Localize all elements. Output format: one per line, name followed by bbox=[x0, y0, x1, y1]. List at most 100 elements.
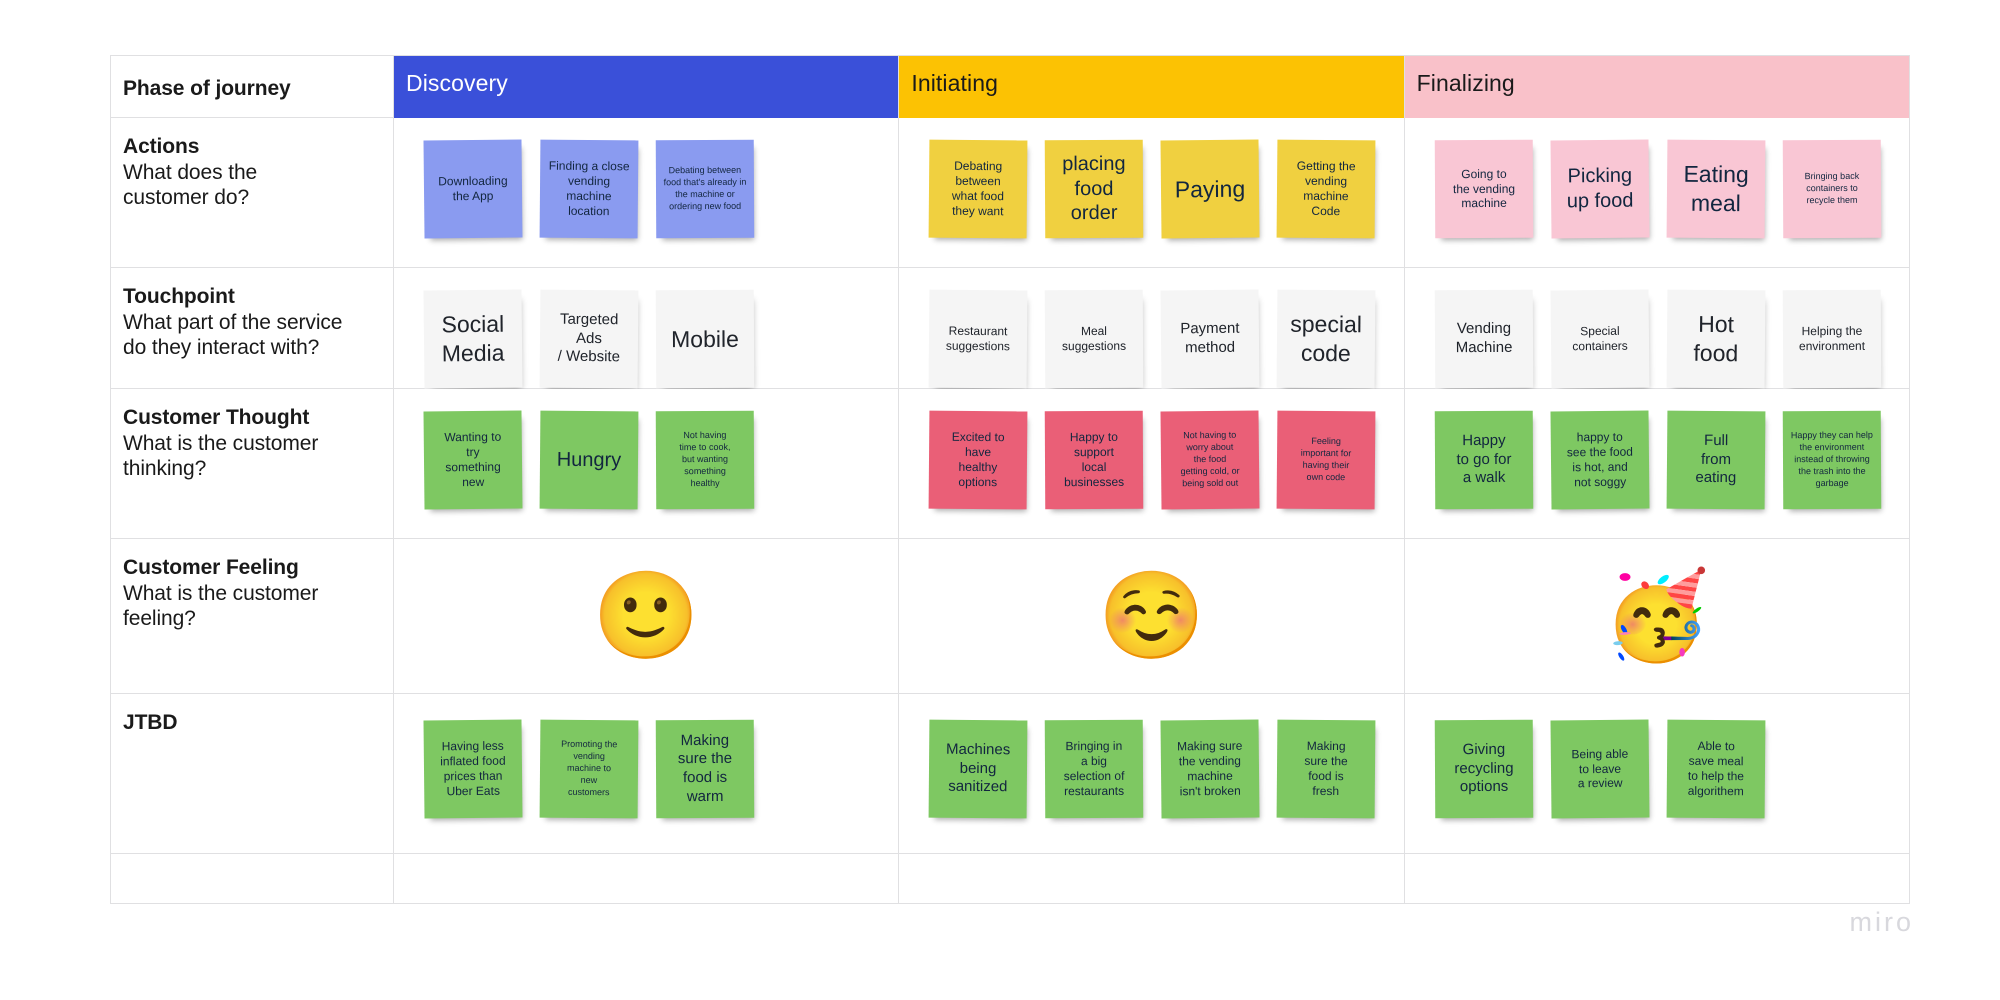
journey-row-actions: Actions What does the customer do? Downloa… bbox=[111, 118, 1910, 268]
sticky-note[interactable]: Happy they can help the environment inst… bbox=[1782, 410, 1881, 510]
sticky-note[interactable]: Full from eating bbox=[1666, 410, 1766, 510]
phase-header-initiating[interactable]: Initiating bbox=[899, 56, 1404, 118]
sticky-note[interactable]: Mobile bbox=[655, 289, 755, 389]
notes-group-actions-finalizing: Going to the vending machine Picking up f… bbox=[1405, 118, 1909, 267]
cell-thought-discovery: Wanting to try something new Hungry Not ha… bbox=[394, 389, 900, 539]
sticky-note[interactable]: Excited to have healthy options bbox=[928, 410, 1028, 510]
cell-thought-finalizing: Happy to go for a walk happy to see the f… bbox=[1404, 389, 1910, 539]
notes-group-jtbd-discovery: Having less inflated food prices than Ub… bbox=[394, 694, 898, 853]
notes-group-jtbd-finalizing: Giving recycling options Being able to le… bbox=[1405, 694, 1909, 853]
row-title-thought: Customer Thought bbox=[123, 406, 310, 429]
empty-cell-initiating bbox=[899, 854, 1405, 904]
sticky-note[interactable]: Happy to go for a walk bbox=[1434, 410, 1533, 510]
sticky-note[interactable]: happy to see the food is hot, and not so… bbox=[1550, 410, 1650, 510]
row-label-cell-jtbd: JTBD bbox=[111, 694, 394, 854]
sticky-note[interactable]: Payment method bbox=[1160, 289, 1260, 389]
notes-group-jtbd-initiating: Machines being sanitized Bringing in a bi… bbox=[899, 694, 1403, 853]
empty-cell-finalizing bbox=[1404, 854, 1910, 904]
phase-column-finalizing: Finalizing bbox=[1404, 56, 1910, 118]
notes-group-actions-initiating: Debating between what food they want plac… bbox=[899, 118, 1403, 267]
sticky-note[interactable]: Picking up food bbox=[1550, 139, 1650, 239]
row-subtitle-actions: What does the customer do? bbox=[123, 160, 258, 210]
phase-of-journey-label-cell: Phase of journey bbox=[111, 56, 394, 118]
emoji-container-initiating: ☺️ bbox=[899, 539, 1403, 693]
row-title-jtbd: JTBD bbox=[123, 711, 178, 734]
sticky-note[interactable]: Promoting the vending machine to new cus… bbox=[539, 719, 639, 819]
sticky-note[interactable]: Social Media bbox=[423, 289, 523, 389]
sticky-note[interactable]: Hungry bbox=[539, 410, 639, 510]
feeling-cell-initiating: ☺️ bbox=[899, 539, 1405, 694]
journey-row-empty bbox=[111, 854, 1910, 904]
row-label-cell-actions: Actions What does the customer do? bbox=[111, 118, 394, 268]
sticky-note[interactable]: Restaurant suggestions bbox=[928, 289, 1028, 389]
sticky-note[interactable]: Machines being sanitized bbox=[928, 719, 1028, 819]
miro-watermark: miro bbox=[1849, 907, 1914, 937]
sticky-note[interactable]: placing food order bbox=[1045, 139, 1144, 239]
cell-jtbd-initiating: Machines being sanitized Bringing in a bi… bbox=[899, 694, 1405, 854]
sticky-note[interactable]: Feeling important for having their own c… bbox=[1276, 410, 1376, 510]
emoji-container-discovery: 🙂 bbox=[394, 539, 898, 693]
feeling-cell-discovery: 🙂 bbox=[394, 539, 900, 694]
cell-actions-initiating: Debating between what food they want plac… bbox=[899, 118, 1405, 268]
journey-header-row: Phase of journey Discovery Initiating Final… bbox=[111, 56, 1910, 118]
partying-face-emoji: 🥳 bbox=[1603, 568, 1711, 664]
sticky-note[interactable]: special code bbox=[1276, 289, 1376, 389]
journey-map-board: Phase of journey Discovery Initiating Final… bbox=[0, 0, 2000, 1000]
journey-row-jtbd: JTBD Having less inflated food prices tha… bbox=[111, 694, 1910, 854]
sticky-note[interactable]: Vending Machine bbox=[1434, 289, 1533, 389]
cell-thought-initiating: Excited to have healthy options Happy to … bbox=[899, 389, 1405, 539]
sticky-note[interactable]: Downloading the App bbox=[423, 139, 523, 239]
sticky-note[interactable]: Meal suggestions bbox=[1045, 289, 1144, 389]
phase-header-finalizing[interactable]: Finalizing bbox=[1404, 56, 1909, 118]
sticky-note[interactable]: Getting the vending machine Code bbox=[1276, 139, 1376, 239]
sticky-note[interactable]: Paying bbox=[1160, 139, 1260, 239]
row-title-touchpoint: Touchpoint bbox=[123, 285, 235, 308]
sticky-note[interactable]: Helping the environment bbox=[1782, 289, 1881, 389]
cell-jtbd-finalizing: Giving recycling options Being able to le… bbox=[1404, 694, 1910, 854]
sticky-note[interactable]: Happy to support local businesses bbox=[1045, 410, 1144, 510]
smiling-face-emoji: ☺️ bbox=[1097, 568, 1206, 664]
row-label-cell-thought: Customer Thought What is the customer thi… bbox=[111, 389, 394, 539]
journey-row-thought: Customer Thought What is the customer thi… bbox=[111, 389, 1910, 539]
sticky-note[interactable]: Eating meal bbox=[1666, 139, 1766, 239]
sticky-note[interactable]: Not having to worry about the food getti… bbox=[1160, 410, 1260, 510]
sticky-note[interactable]: Finding a close vending machine location bbox=[539, 139, 639, 239]
phase-column-discovery: Discovery bbox=[394, 56, 900, 118]
cell-actions-discovery: Downloading the App Finding a close vendi… bbox=[394, 118, 900, 268]
sticky-note[interactable]: Having less inflated food prices than Ub… bbox=[423, 719, 523, 819]
notes-group-touchpoint-finalizing: Vending Machine Special containers Hot foo… bbox=[1405, 268, 1909, 389]
cell-actions-finalizing: Going to the vending machine Picking up f… bbox=[1404, 118, 1910, 268]
sticky-note[interactable]: Special containers bbox=[1550, 289, 1650, 389]
sticky-note[interactable]: Giving recycling options bbox=[1434, 719, 1533, 819]
sticky-note[interactable]: Debating between what food they want bbox=[928, 139, 1028, 239]
notes-group-thought-initiating: Excited to have healthy options Happy to … bbox=[899, 389, 1403, 538]
notes-group-touchpoint-initiating: Restaurant suggestions Meal suggestions Pa… bbox=[899, 268, 1403, 389]
cell-touchpoint-initiating: Restaurant suggestions Meal suggestions Pa… bbox=[899, 268, 1405, 389]
sticky-note[interactable]: Making sure the food is warm bbox=[655, 719, 755, 819]
row-subtitle-thought: What is the customer thinking? bbox=[123, 431, 319, 481]
feeling-cell-finalizing: 🥳 bbox=[1404, 539, 1910, 694]
sticky-note[interactable]: Going to the vending machine bbox=[1434, 139, 1533, 239]
sticky-note[interactable]: Not having time to cook, but wanting som… bbox=[655, 410, 755, 510]
sticky-note[interactable]: Bringing in a big selection of restauran… bbox=[1045, 719, 1144, 819]
cell-jtbd-discovery: Having less inflated food prices than Ub… bbox=[394, 694, 900, 854]
cell-touchpoint-discovery: Social Media Targeted Ads / Website Mobile bbox=[394, 268, 900, 389]
phase-column-initiating: Initiating bbox=[899, 56, 1405, 118]
empty-cell-discovery bbox=[394, 854, 900, 904]
sticky-note[interactable]: Able to save meal to help the algorithem bbox=[1666, 719, 1766, 819]
sticky-note[interactable]: Being able to leave a review bbox=[1550, 719, 1650, 819]
sticky-note[interactable]: Bringing back containers to recycle them bbox=[1782, 139, 1881, 239]
row-title-feeling: Customer Feeling bbox=[123, 556, 299, 579]
sticky-note[interactable]: Wanting to try something new bbox=[423, 410, 523, 510]
sticky-note[interactable]: Targeted Ads / Website bbox=[539, 289, 639, 389]
phase-header-discovery[interactable]: Discovery bbox=[394, 56, 899, 118]
notes-group-touchpoint-discovery: Social Media Targeted Ads / Website Mobile bbox=[394, 268, 898, 389]
emoji-container-finalizing: 🥳 bbox=[1405, 539, 1909, 693]
row-label-cell-touchpoint: Touchpoint What part of the service do th… bbox=[111, 268, 394, 389]
sticky-note[interactable]: Debating between food that's already in … bbox=[655, 139, 755, 239]
sticky-note[interactable]: Making sure the food is fresh bbox=[1276, 719, 1376, 819]
slightly-smiling-face-emoji: 🙂 bbox=[592, 568, 700, 664]
row-title-actions: Actions bbox=[123, 135, 200, 158]
sticky-note[interactable]: Hot food bbox=[1666, 289, 1766, 389]
sticky-note[interactable]: Making sure the vending machine isn't br… bbox=[1160, 719, 1260, 819]
